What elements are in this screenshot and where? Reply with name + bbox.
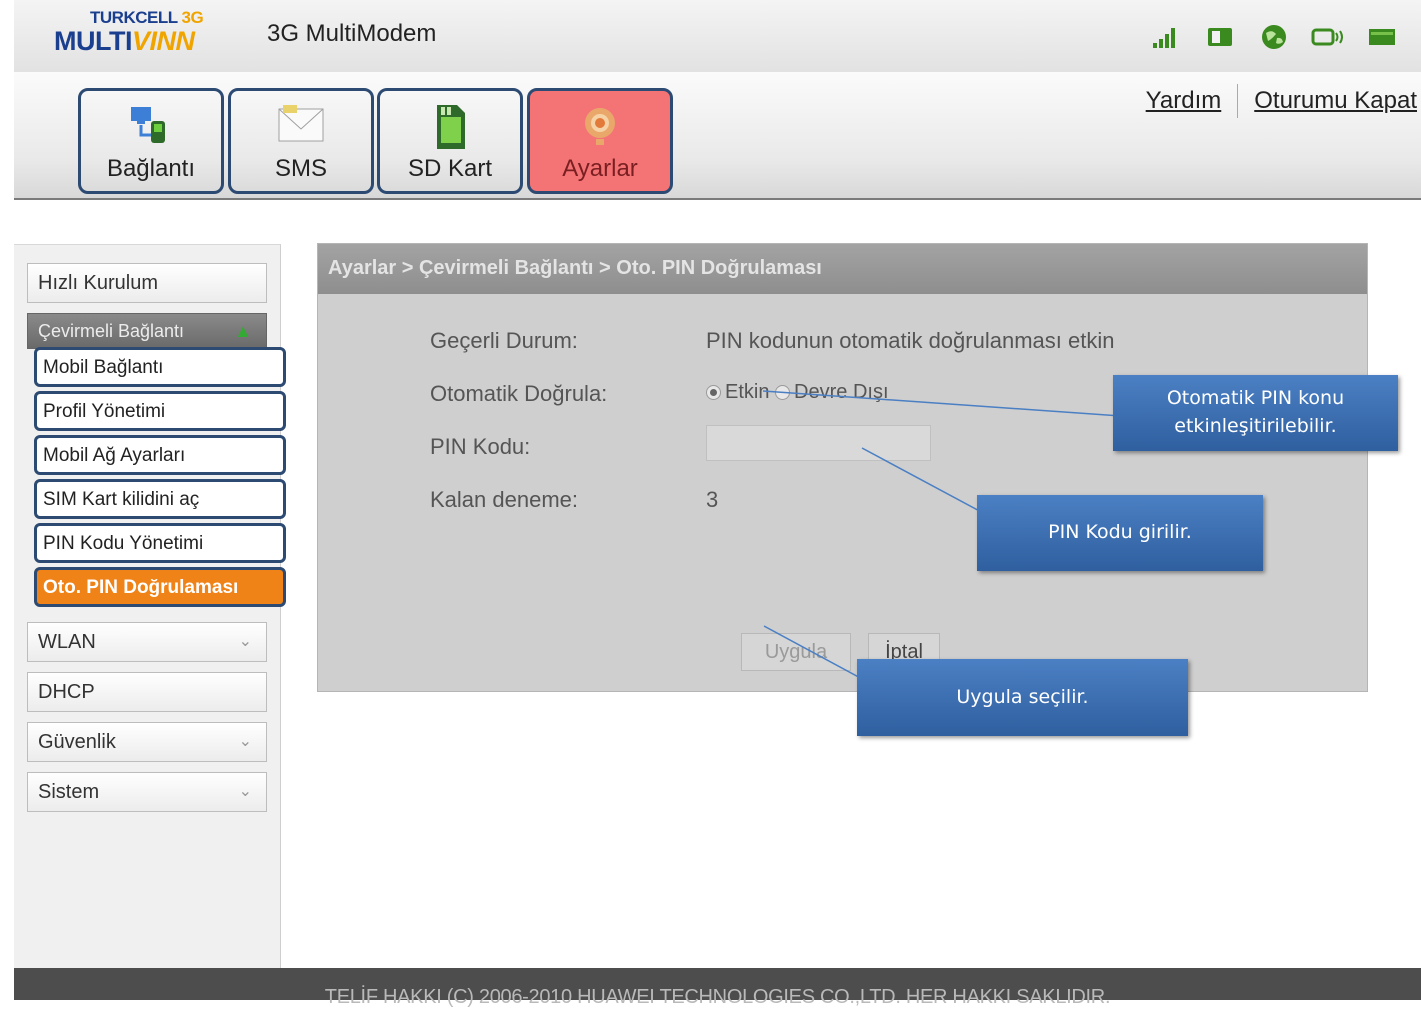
leader-line	[762, 390, 1151, 419]
callout-text: PIN Kodu girilir.	[1048, 521, 1192, 544]
callout-pin-entry: PIN Kodu girilir.	[977, 495, 1263, 571]
callout-apply: Uygula seçilir.	[857, 659, 1188, 736]
callout-auto-pin: Otomatik PIN konu etkinleşitirilebilir.	[1113, 375, 1398, 451]
callout-text: Otomatik PIN konu	[1166, 387, 1345, 410]
callout-text: etkinleşitirilebilir.	[1174, 415, 1337, 437]
callout-text: Uygula seçilir.	[956, 685, 1089, 708]
copyright-text: TELİF HAKKI (C) 2006-2010 HUAWEI TECHNOL…	[324, 986, 1111, 1008]
footer: TELİF HAKKI (C) 2006-2010 HUAWEI TECHNOL…	[14, 968, 1421, 1008]
